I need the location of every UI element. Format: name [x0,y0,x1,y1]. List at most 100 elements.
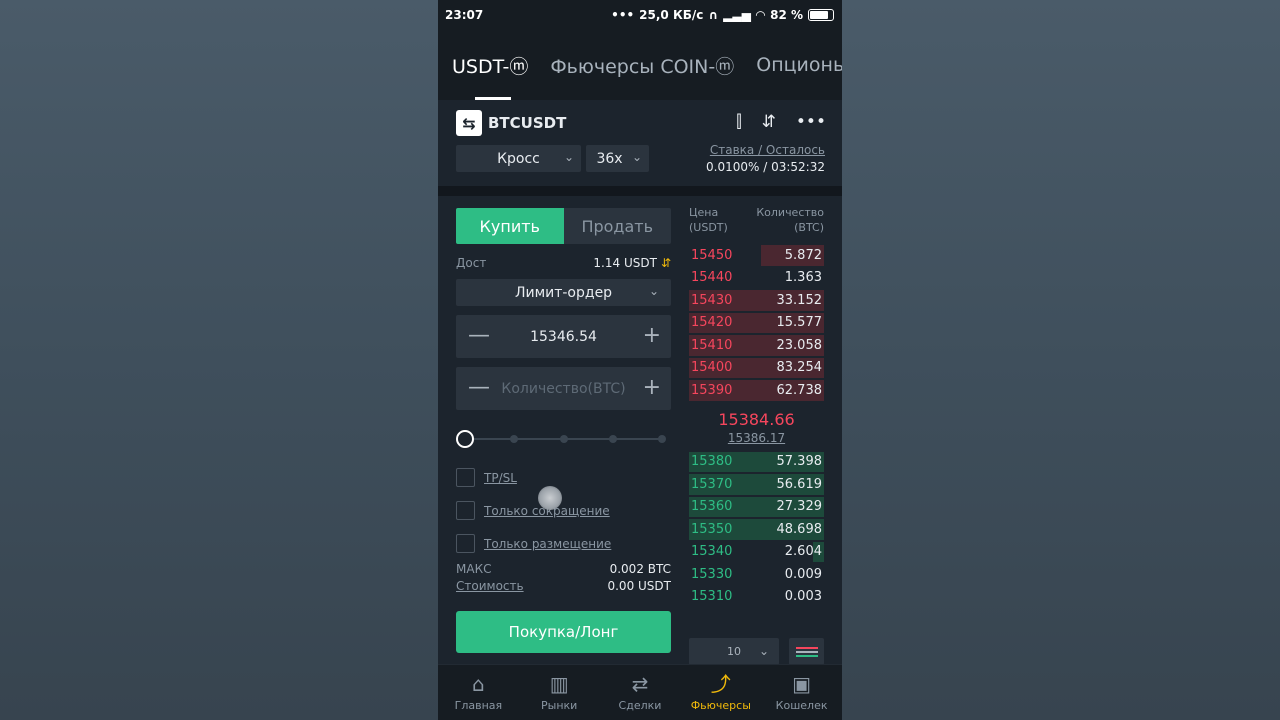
amount-slider[interactable] [456,430,671,448]
tab-usdt-m[interactable]: USDT-ⓜ [452,52,528,79]
asks-list: 15450 5.872 15440 1.363 15430 33.152 15420 15.5… [689,244,824,402]
status-time: 23:07 [445,8,484,22]
bid-row[interactable]: 15310 0.003 [689,586,824,609]
ask-price: 15450 [691,247,733,263]
trades-icon: ⇄ [631,671,649,696]
ask-row[interactable]: 15440 1.363 [689,267,824,290]
margin-mode-select[interactable]: Кросс ⌄ [456,145,581,172]
slider-handle[interactable] [456,430,474,448]
bids-list: 15380 57.398 15370 56.619 15360 27.329 15350 48… [689,451,824,609]
bid-price: 15330 [691,566,733,582]
home-icon: ⌂ [472,671,485,696]
nav-item-futures[interactable]: ⤴ Фьючерсы [680,665,761,720]
tab-coin-m[interactable]: Фьючерсы COIN-ⓜ [550,52,734,79]
depth-select[interactable]: 10 ⌄ [689,638,779,665]
bid-row[interactable]: 15360 27.329 [689,496,824,519]
buy-sell-toggle: Купить Продать [456,208,671,244]
bid-quantity: 57.398 [776,454,823,470]
ask-quantity: 15.577 [776,315,823,331]
order-form: Купить Продать Дост 1.14 USDT ⇵ Лимит-орд… [456,208,671,593]
price-minus-button[interactable]: — [468,323,490,348]
bid-row[interactable]: 15350 48.698 [689,518,824,541]
symbol-name[interactable]: BTCUSDT [488,114,566,132]
tpsl-label: TP/SL [484,470,517,485]
ask-price: 15410 [691,337,733,353]
price-input[interactable] [498,328,629,345]
bid-row[interactable]: 15370 56.619 [689,473,824,496]
futures-icon: ⤴ [710,671,731,696]
bid-row[interactable]: 15340 2.604 [689,541,824,564]
background-right [842,0,1280,720]
post-only-checkbox[interactable] [456,534,475,553]
bid-price: 15340 [691,544,733,560]
chevron-down-icon: ⌄ [648,284,659,298]
bottom-nav: ⌂ Главная ▥ Рынки ⇄ Сделки ⤴ Фьючерсы ▣ Кошелек [438,664,842,720]
leverage-label: 36x [596,150,623,167]
swap-symbol-icon[interactable]: ⇆ [456,110,482,136]
quantity-plus-button[interactable]: + [643,375,661,400]
phone-screen: 23:07 ••• 25,0 КБ/с ∩ ▂▃▅ ◠ 82 % USDT-ⓜ … [438,0,842,720]
bid-quantity: 0.003 [784,589,822,605]
book-view-toggle-icon[interactable] [789,638,824,665]
ask-price: 15420 [691,315,733,331]
bid-price: 15370 [691,476,733,492]
buy-tab[interactable]: Купить [456,208,564,244]
depth-value: 10 [727,645,741,658]
post-only-label: Только размещение [484,536,612,551]
ask-quantity: 62.738 [776,382,823,398]
ask-row[interactable]: 15430 33.152 [689,289,824,312]
tpsl-option[interactable]: TP/SL [456,468,671,487]
transfer-icon[interactable]: ⇵ [661,256,671,270]
ask-row[interactable]: 15450 5.872 [689,244,824,267]
nav-item-trades[interactable]: ⇄ Сделки [600,665,681,720]
available-balance: Дост 1.14 USDT ⇵ [456,256,671,270]
price-plus-button[interactable]: + [643,323,661,348]
markets-icon: ▥ [549,671,569,696]
bid-row[interactable]: 15330 0.009 [689,563,824,586]
available-value: 1.14 USDT [593,256,657,270]
ask-row[interactable]: 15400 83.254 [689,357,824,380]
bid-price: 15310 [691,589,733,605]
buy-long-button[interactable]: Покупка/Лонг [456,611,671,653]
bid-price: 15380 [691,454,733,470]
post-only-option[interactable]: Только размещение [456,534,671,553]
background-left [0,0,438,720]
ask-quantity: 83.254 [776,360,823,376]
leverage-select[interactable]: 36x ⌄ [586,145,649,172]
nav-item-home[interactable]: ⌂ Главная [438,665,519,720]
tpsl-checkbox[interactable] [456,468,475,487]
tab-options[interactable]: Опционы [756,54,842,76]
bid-quantity: 56.619 [776,476,823,492]
last-price: 15384.66 [718,409,795,429]
ask-row[interactable]: 15410 23.058 [689,334,824,357]
nav-item-wallet[interactable]: ▣ Кошелек [761,665,842,720]
cost-label[interactable]: Стоимость [456,579,524,593]
ask-price: 15390 [691,382,733,398]
transfer-icon[interactable]: ⇵ [762,112,776,132]
sell-tab[interactable]: Продать [563,208,671,244]
more-icon[interactable]: ••• [796,112,826,132]
funding-rate-label[interactable]: Ставка / Осталось [710,143,825,157]
price-column-header: Цена (USDT) [689,206,728,234]
reduce-only-checkbox[interactable] [456,501,475,520]
order-type-select[interactable]: Лимит-ордер ⌄ [456,279,671,306]
status-bar: 23:07 ••• 25,0 КБ/с ∩ ▂▃▅ ◠ 82 % [438,0,842,30]
max-value: 0.002 BTC [609,562,671,576]
quantity-input[interactable] [498,380,629,397]
ask-row[interactable]: 15390 62.738 [689,379,824,402]
ask-row[interactable]: 15420 15.577 [689,312,824,335]
ask-price: 15400 [691,360,733,376]
available-label: Дост [456,256,487,270]
ask-quantity: 33.152 [776,292,823,308]
price-field: — + [456,315,671,358]
bid-quantity: 2.604 [784,544,822,560]
chevron-down-icon: ⌄ [758,644,769,658]
ask-quantity: 23.058 [776,337,823,353]
trade-panel: Купить Продать Дост 1.14 USDT ⇵ Лимит-орд… [438,196,842,674]
nav-item-markets[interactable]: ▥ Рынки [519,665,600,720]
candlestick-chart-icon[interactable]: ⫿ [736,112,741,132]
reduce-only-option[interactable]: Только сокращение [456,501,671,520]
mark-price[interactable]: 15386.17 [689,431,824,445]
bid-row[interactable]: 15380 57.398 [689,451,824,474]
quantity-minus-button[interactable]: — [468,375,490,400]
